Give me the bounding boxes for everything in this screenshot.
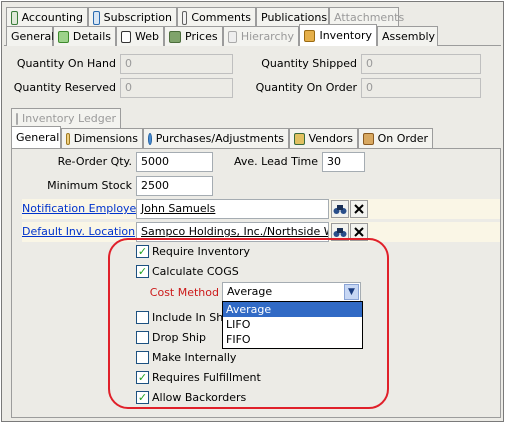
accounting-icon bbox=[11, 10, 18, 25]
dropdown-option[interactable]: LIFO bbox=[223, 317, 362, 332]
tab-label: Details bbox=[72, 30, 111, 43]
ledger-icon bbox=[16, 112, 18, 125]
allow-backorders-checkbox[interactable]: ✓ bbox=[136, 391, 149, 404]
subscription-icon bbox=[93, 10, 100, 25]
tab-comments[interactable]: Comments bbox=[177, 7, 256, 27]
calculate-cogs-checkbox[interactable]: ✓ bbox=[136, 265, 149, 278]
tab-general[interactable]: General bbox=[6, 26, 55, 46]
reorder-qty-label: Re-Order Qty. bbox=[57, 155, 132, 168]
require-inventory-checkbox[interactable]: ✓ bbox=[136, 245, 149, 258]
tab-inventory-ledger: Inventory Ledger bbox=[11, 108, 121, 128]
inventory-icon bbox=[304, 29, 316, 42]
binoculars-icon[interactable] bbox=[331, 223, 349, 241]
close-icon[interactable] bbox=[350, 200, 368, 218]
quantity-shipped-label: Quantity Shipped bbox=[261, 57, 357, 70]
allow-backorders-label: Allow Backorders bbox=[152, 391, 247, 404]
calculate-cogs-label: Calculate COGS bbox=[152, 265, 239, 278]
tab-label: Comments bbox=[191, 11, 251, 24]
tab-label: Subscription bbox=[103, 11, 172, 24]
min-stock-input[interactable]: 2500 bbox=[136, 176, 213, 196]
inner-tab-purchases[interactable]: Purchases/Adjustments bbox=[143, 128, 289, 148]
inner-tab-vendors[interactable]: Vendors bbox=[289, 128, 358, 148]
inner-tab-dimensions[interactable]: Dimensions bbox=[61, 128, 143, 148]
default-inv-location-link[interactable]: Default Inv. Location bbox=[22, 225, 135, 238]
tab-web[interactable]: Web bbox=[116, 26, 164, 46]
requires-fulfillment-checkbox[interactable]: ✓ bbox=[136, 371, 149, 384]
dimensions-icon bbox=[66, 132, 70, 145]
quantity-reserved-label: Quantity Reserved bbox=[13, 81, 116, 94]
tab-label: On Order bbox=[377, 132, 428, 145]
cost-method-label: Cost Method bbox=[149, 286, 219, 299]
on-order-icon bbox=[363, 132, 374, 145]
tab-subscription[interactable]: Subscription bbox=[88, 7, 177, 27]
web-icon bbox=[121, 30, 132, 43]
requires-fulfillment-label: Requires Fulfillment bbox=[152, 371, 261, 384]
tab-label: Inventory Ledger bbox=[22, 112, 116, 125]
tab-label: Assembly bbox=[382, 30, 436, 43]
require-inventory-label: Require Inventory bbox=[152, 245, 251, 258]
tab-label: Inventory bbox=[319, 29, 372, 42]
dropdown-option[interactable]: Average bbox=[223, 302, 362, 317]
lead-time-input[interactable]: 30 bbox=[322, 152, 365, 172]
cost-method-value: Average bbox=[227, 285, 273, 298]
comments-icon bbox=[182, 10, 188, 25]
quantity-on-hand-label: Quantity On Hand bbox=[16, 57, 116, 70]
tab-inventory[interactable]: Inventory bbox=[299, 24, 377, 46]
close-icon[interactable] bbox=[350, 223, 368, 241]
quantity-on-hand-field: 0 bbox=[120, 54, 233, 74]
dropdown-option[interactable]: FIFO bbox=[223, 332, 362, 347]
inner-tab-on-order[interactable]: On Order bbox=[358, 128, 433, 148]
notification-employee-field[interactable]: John Samuels bbox=[136, 199, 329, 219]
notification-employee-link[interactable]: Notification Employee bbox=[22, 202, 143, 215]
tab-hierarchy: Hierarchy bbox=[223, 26, 299, 46]
cost-method-dropdown-list: Average LIFO FIFO bbox=[222, 301, 363, 349]
tab-prices[interactable]: Prices bbox=[164, 26, 223, 46]
tab-label: Prices bbox=[185, 30, 218, 43]
purchases-icon bbox=[148, 132, 152, 145]
quantity-on-order-label: Quantity On Order bbox=[255, 81, 357, 94]
tab-label: Purchases/Adjustments bbox=[155, 132, 284, 145]
tab-details[interactable]: Details bbox=[53, 26, 116, 46]
binoculars-icon[interactable] bbox=[331, 200, 349, 218]
prices-icon bbox=[169, 30, 181, 43]
quantity-reserved-field: 0 bbox=[120, 78, 233, 98]
make-internally-checkbox[interactable] bbox=[136, 351, 149, 364]
tab-label: Attachments bbox=[334, 11, 405, 24]
tab-label: Hierarchy bbox=[240, 30, 294, 43]
lead-time-label: Ave. Lead Time bbox=[234, 155, 318, 168]
tab-label: General bbox=[11, 30, 55, 43]
inner-tab-general[interactable]: General bbox=[11, 126, 61, 148]
tab-accounting[interactable]: Accounting bbox=[6, 7, 88, 27]
make-internally-label: Make Internally bbox=[152, 351, 237, 364]
reorder-qty-input[interactable]: 5000 bbox=[136, 152, 213, 172]
default-inv-location-field[interactable]: Sampco Holdings, Inc./Northside Warel bbox=[136, 222, 329, 242]
details-icon bbox=[58, 30, 69, 43]
tab-label: Web bbox=[135, 30, 159, 43]
quantity-shipped-field: 0 bbox=[361, 54, 481, 74]
include-in-ship-checkbox[interactable] bbox=[136, 311, 149, 324]
hierarchy-icon bbox=[228, 30, 237, 43]
min-stock-label: Minimum Stock bbox=[47, 179, 132, 192]
quantity-on-order-field: 0 bbox=[361, 78, 481, 98]
drop-ship-label: Drop Ship bbox=[152, 331, 206, 344]
tab-label: Publications bbox=[261, 11, 328, 24]
cost-method-select[interactable]: Average bbox=[222, 282, 361, 302]
tab-label: Accounting bbox=[21, 11, 83, 24]
inventory-window: Accounting Subscription Comments Publica… bbox=[1, 1, 504, 422]
tab-assembly[interactable]: Assembly bbox=[377, 26, 438, 46]
drop-ship-checkbox[interactable] bbox=[136, 331, 149, 344]
chevron-down-icon[interactable]: ▼ bbox=[344, 284, 359, 300]
vendors-icon bbox=[294, 132, 305, 145]
tab-label: Vendors bbox=[308, 132, 353, 145]
tab-label: Dimensions bbox=[73, 132, 138, 145]
tab-label: General bbox=[16, 131, 60, 144]
